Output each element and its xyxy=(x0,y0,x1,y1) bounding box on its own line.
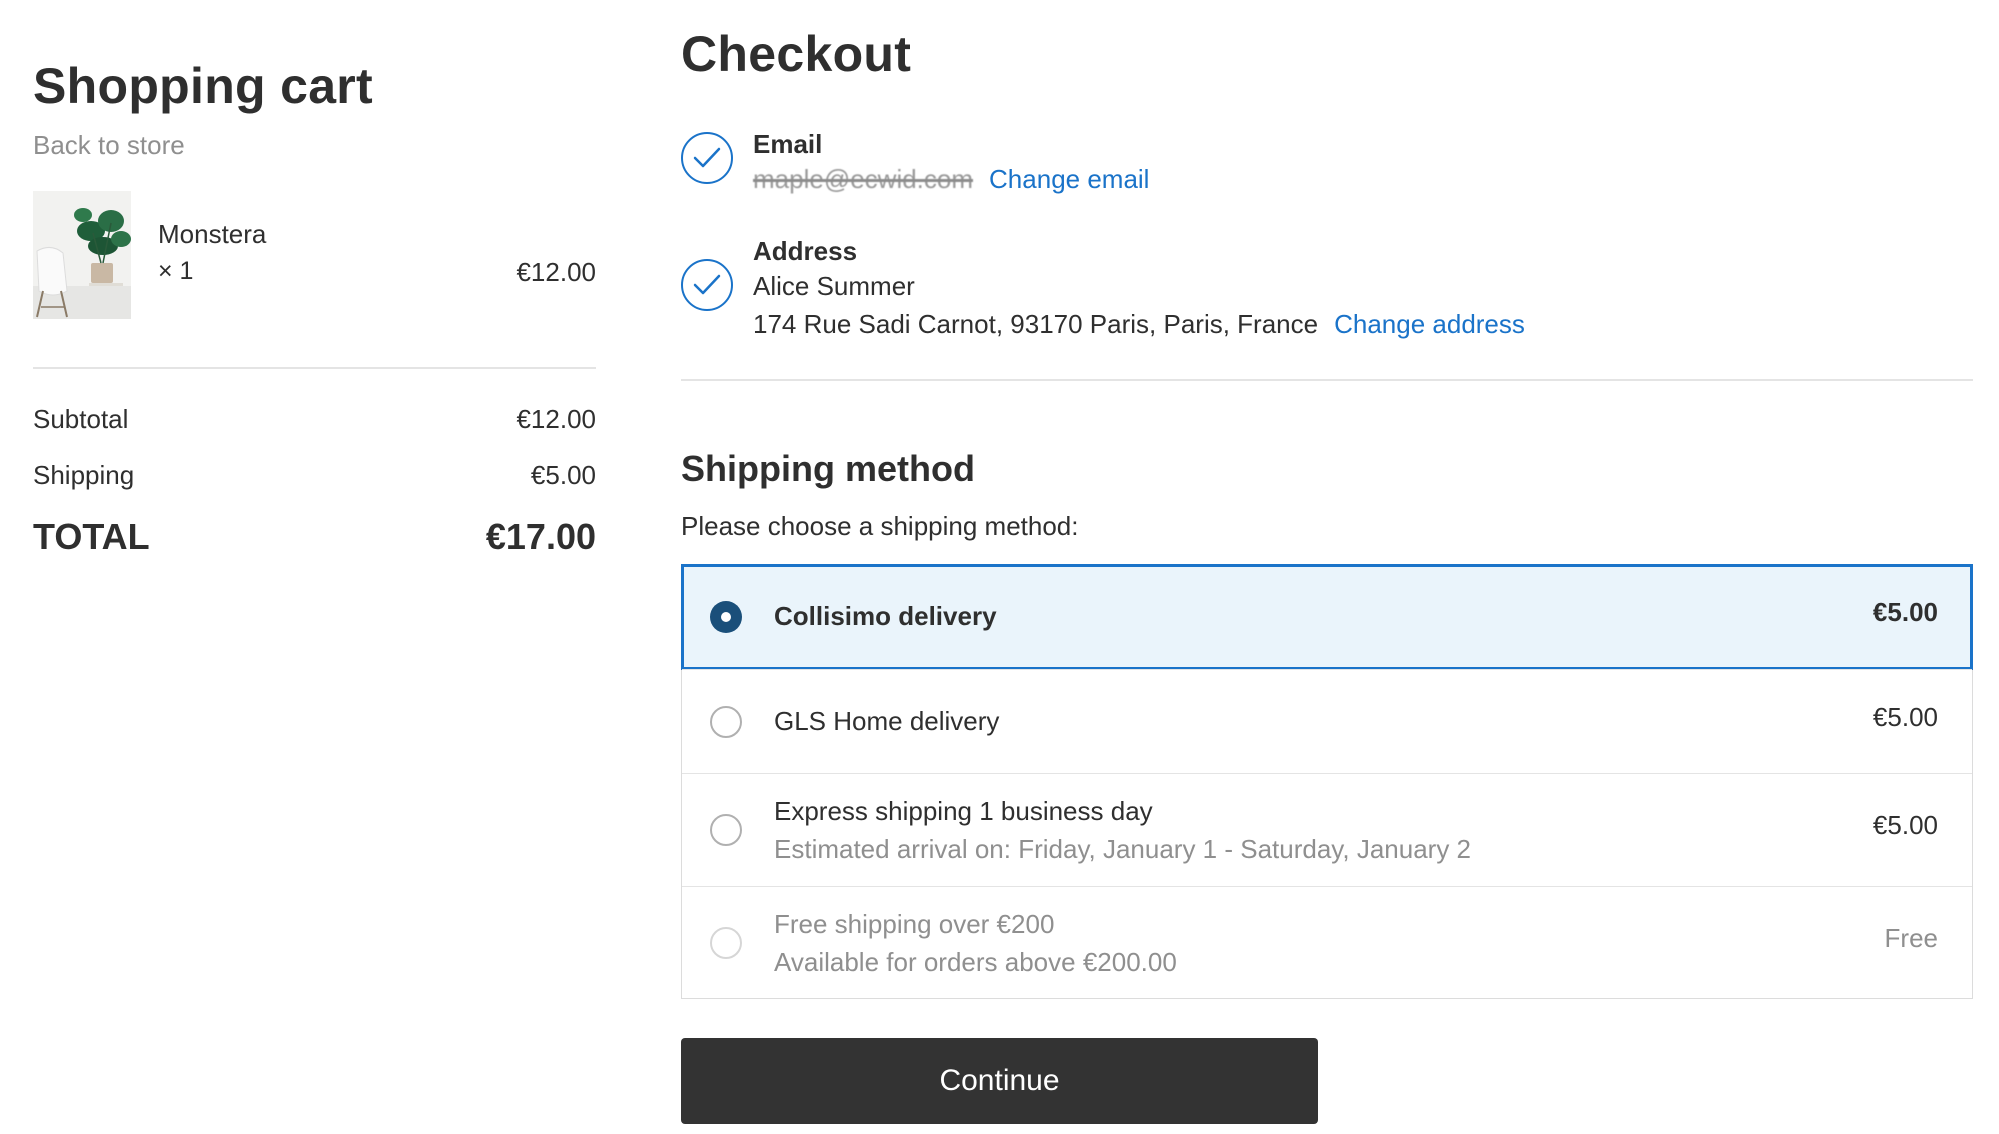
shipping-options: Collisimo delivery €5.00 GLS Home delive… xyxy=(681,564,1973,999)
address-text: 174 Rue Sadi Carnot, 93170 Paris, Paris,… xyxy=(753,309,1319,339)
shopping-cart-panel: Shopping cart Back to store Monstera × 1… xyxy=(33,56,596,321)
radio-selected-icon[interactable] xyxy=(710,601,742,633)
check-icon xyxy=(681,259,733,311)
email-value: maple@ecwid.com xyxy=(753,164,974,194)
option-price: €5.00 xyxy=(1872,597,1938,627)
item-name: Monstera xyxy=(158,219,267,249)
radio-disabled-icon xyxy=(710,927,742,959)
email-label: Email xyxy=(753,129,823,159)
option-price: €5.00 xyxy=(1872,810,1938,840)
check-icon xyxy=(681,132,733,184)
shipping-option-free: Free shipping over €200 Available for or… xyxy=(682,886,1972,998)
email-details: Email maple@ecwid.com Change email xyxy=(753,128,1149,198)
checkout-divider xyxy=(681,379,1973,381)
shipping-method-subheading: Please choose a shipping method: xyxy=(681,511,1079,541)
email-line: maple@ecwid.com Change email xyxy=(753,160,1149,198)
item-quantity: × 1 xyxy=(158,257,194,285)
continue-button[interactable]: Continue xyxy=(681,1038,1318,1124)
option-price: €5.00 xyxy=(1872,702,1938,732)
total-value: €17.00 xyxy=(485,516,596,557)
option-name: Express shipping 1 business day xyxy=(774,796,1153,826)
shipping-row: Shipping €5.00 xyxy=(33,460,596,516)
address-details: Address Alice Summer 174 Rue Sadi Carnot… xyxy=(753,235,1525,343)
address-label: Address xyxy=(753,236,858,266)
change-email-link[interactable]: Change email xyxy=(989,164,1149,194)
cart-divider xyxy=(33,367,596,369)
subtotal-value: €12.00 xyxy=(516,404,596,434)
radio-icon[interactable] xyxy=(710,706,742,738)
subtotal-label: Subtotal xyxy=(33,404,129,434)
change-address-link[interactable]: Change address xyxy=(1334,309,1525,339)
total-row: TOTAL €17.00 xyxy=(33,516,596,558)
radio-icon[interactable] xyxy=(710,814,742,846)
checkout-title: Checkout xyxy=(681,26,912,82)
option-detail: Estimated arrival on: Friday, January 1 … xyxy=(774,834,1472,864)
option-name: GLS Home delivery xyxy=(774,706,1000,736)
total-label: TOTAL xyxy=(33,516,150,557)
option-price: Free xyxy=(1884,923,1938,953)
subtotal-row: Subtotal €12.00 xyxy=(33,404,596,460)
option-detail: Available for orders above €200.00 xyxy=(774,947,1177,977)
back-to-store-link[interactable]: Back to store xyxy=(33,130,596,161)
item-price: €12.00 xyxy=(516,257,596,287)
order-summary: Subtotal €12.00 Shipping €5.00 TOTAL €17… xyxy=(33,404,596,558)
shipping-option-collisimo[interactable]: Collisimo delivery €5.00 xyxy=(681,564,1973,670)
monstera-product-image xyxy=(33,191,131,319)
option-name: Collisimo delivery xyxy=(774,601,997,631)
address-line: 174 Rue Sadi Carnot, 93170 Paris, Paris,… xyxy=(753,305,1525,343)
shipping-method-heading: Shipping method xyxy=(681,448,975,489)
shipping-option-express[interactable]: Express shipping 1 business day Estimate… xyxy=(682,773,1972,886)
address-name: Alice Summer xyxy=(753,271,915,301)
cart-item: Monstera × 1 €12.00 xyxy=(33,191,596,321)
option-name: Free shipping over €200 xyxy=(774,909,1055,939)
shipping-label: Shipping xyxy=(33,460,135,490)
cart-title: Shopping cart xyxy=(33,58,374,114)
shipping-option-gls[interactable]: GLS Home delivery €5.00 xyxy=(682,669,1972,773)
shipping-value: €5.00 xyxy=(530,460,596,490)
